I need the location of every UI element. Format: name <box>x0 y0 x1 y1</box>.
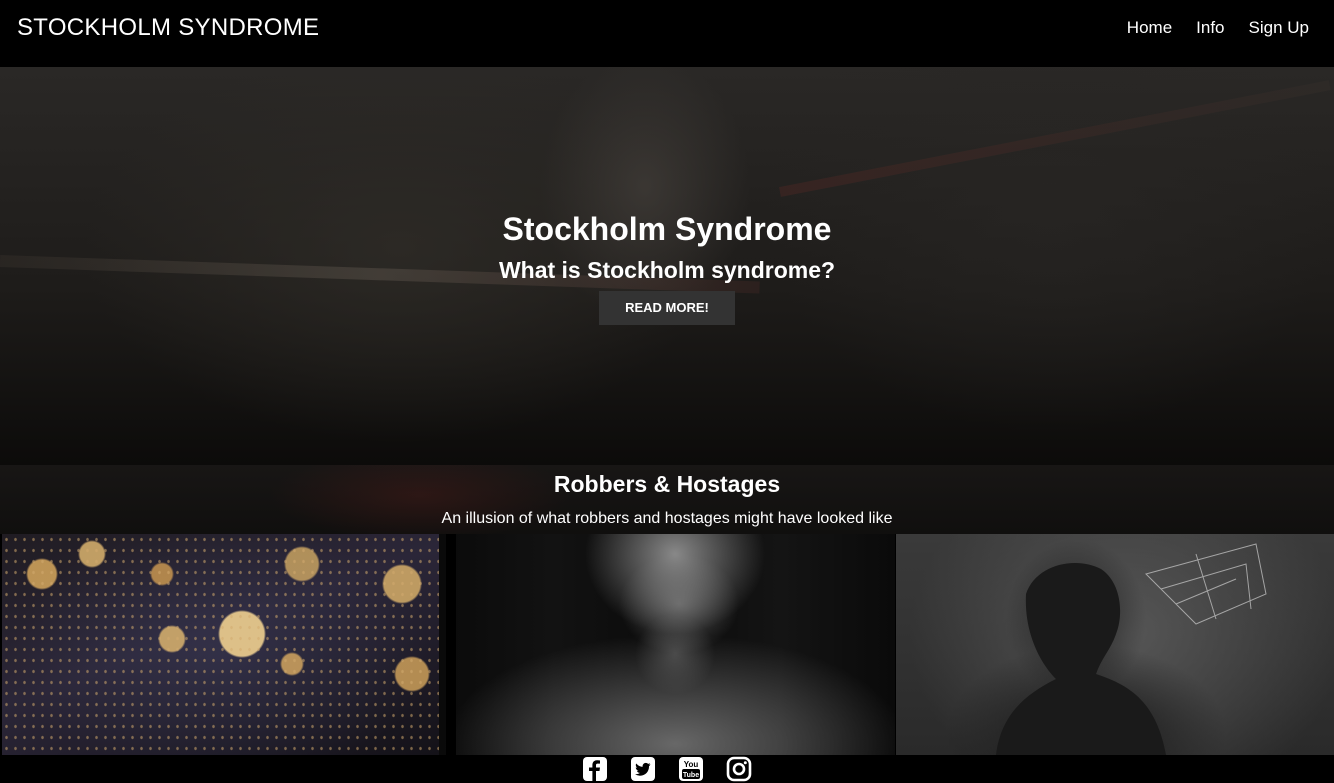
nav-links: Home Info Sign Up <box>1127 18 1309 38</box>
man-portrait-photo <box>439 534 895 755</box>
section-subtitle: An illusion of what robbers and hostages… <box>441 510 893 527</box>
hero-background-detail <box>779 80 1331 197</box>
footer-social: You Tube <box>0 755 1334 783</box>
robbers-hostages-section: Robbers & Hostages An illusion of what r… <box>0 465 1334 534</box>
facebook-icon[interactable] <box>582 756 608 782</box>
gallery-divider <box>446 534 456 755</box>
svg-text:You: You <box>684 760 699 769</box>
autumn-leaves-photo <box>2 534 439 755</box>
image-gallery <box>0 534 1334 755</box>
hero-subtitle: What is Stockholm syndrome? <box>498 257 836 283</box>
instagram-icon[interactable] <box>726 756 752 782</box>
hero-banner: Stockholm Syndrome What is Stockholm syn… <box>0 67 1334 465</box>
nav-link-sign-up[interactable]: Sign Up <box>1249 18 1309 38</box>
read-more-button[interactable]: READ MORE! <box>599 291 735 325</box>
brand-logo-link[interactable]: STOCKHOLM SYNDROME <box>17 14 319 42</box>
section-title: Robbers & Hostages <box>553 471 781 497</box>
hero-content: Stockholm Syndrome What is Stockholm syn… <box>0 209 1334 325</box>
nav-link-info[interactable]: Info <box>1196 18 1224 38</box>
hero-title: Stockholm Syndrome <box>502 211 832 247</box>
navbar: STOCKHOLM SYNDROME Home Info Sign Up <box>0 0 1334 67</box>
twitter-icon[interactable] <box>630 756 656 782</box>
youtube-icon[interactable]: You Tube <box>678 756 704 782</box>
svg-text:Tube: Tube <box>683 772 699 779</box>
silhouette-photo <box>896 534 1334 755</box>
nav-link-home[interactable]: Home <box>1127 18 1172 38</box>
silhouette-figure <box>996 543 1267 755</box>
